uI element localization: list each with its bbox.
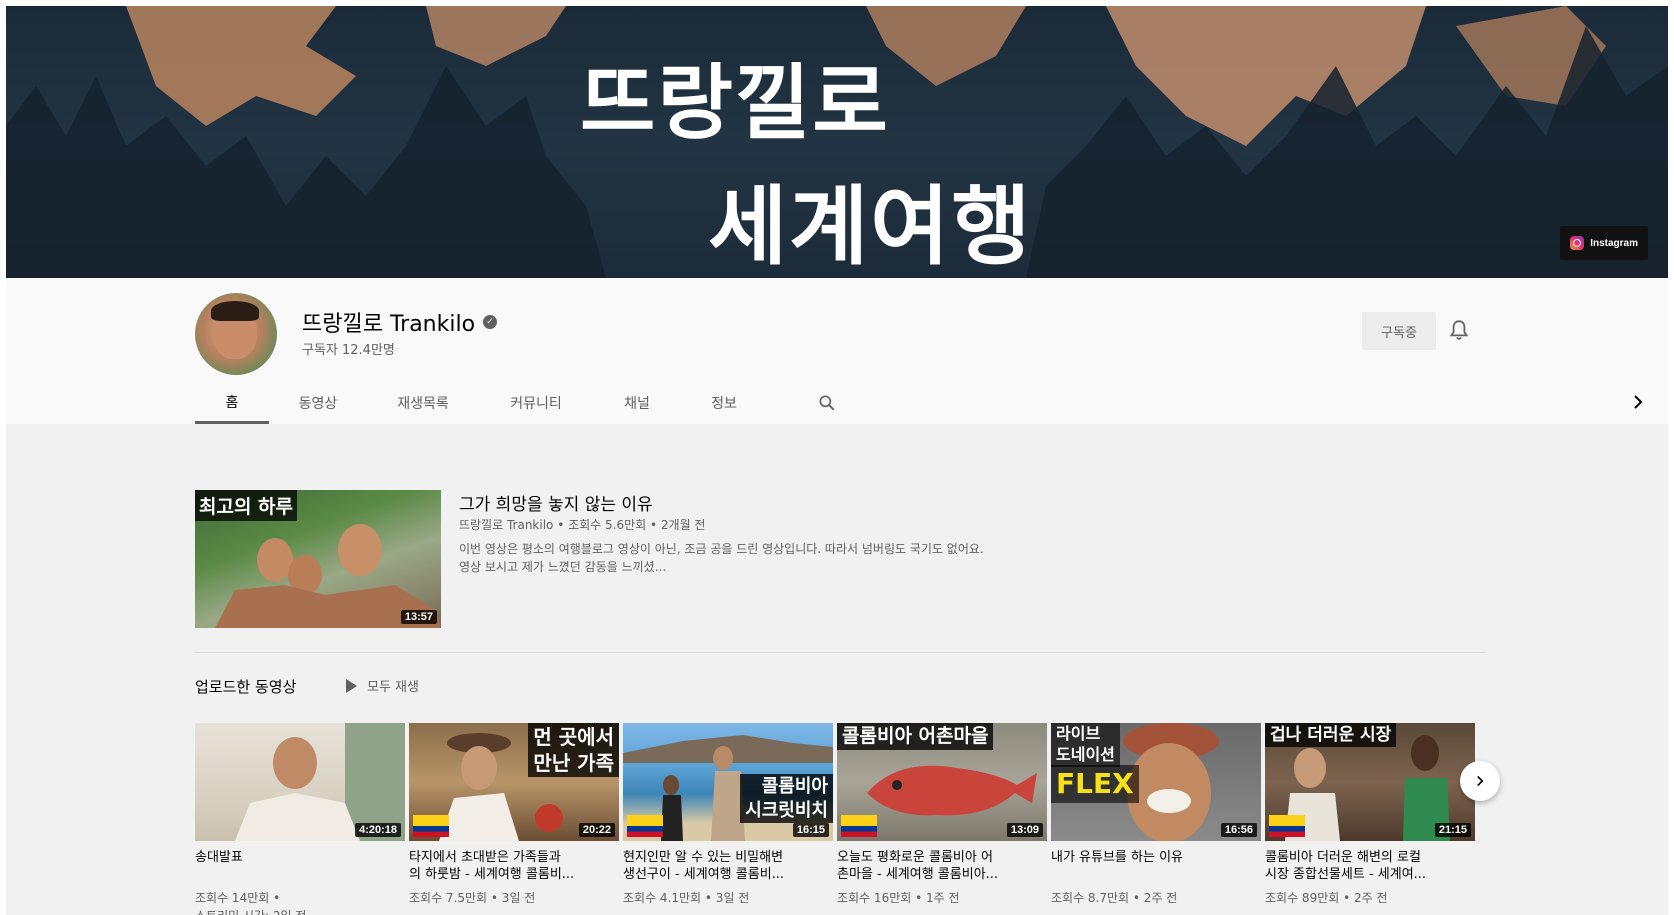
- video-meta: 조회수 14만회 • 스트리밍 시간: 2일 전: [195, 889, 405, 915]
- featured-duration: 13:57: [400, 610, 437, 624]
- video-meta-line: 조회수 16만회 • 1주 전: [837, 891, 960, 905]
- play-icon: [346, 678, 357, 693]
- video-thumbnail[interactable]: 먼 곳에서 만난 가족 20:22: [409, 723, 619, 841]
- video-title[interactable]: 타지에서 초대받은 가족들과 의 하룻밤 - 세계여행 콜롬비...: [409, 849, 619, 883]
- video-duration: 20:22: [578, 823, 615, 837]
- tab-playlists[interactable]: 재생목록: [367, 382, 479, 424]
- video-title-line: 시장 종합선물세트 - 세계여...: [1265, 867, 1427, 882]
- video-thumbnail[interactable]: 콜롬비아 시크릿비치 16:15: [623, 723, 833, 841]
- featured-desc-line2: 영상 보시고 제가 느꼈던 감동을 느끼셨...: [459, 560, 667, 574]
- video-thumbnail[interactable]: 4:20:18: [195, 723, 405, 841]
- video-title-line: 촌마을 - 세계여행 콜롬비아...: [837, 867, 999, 882]
- featured-video-description: 이번 영상은 평소의 여행블로그 영상이 아닌, 조금 공을 드린 영상입니다.…: [459, 540, 1059, 576]
- video-card[interactable]: 4:20:18 송대발표 조회수 14만회 • 스트리밍 시간: 2일 전: [195, 723, 405, 915]
- video-card[interactable]: 콜롬비아 어촌마을 13:09 오늘도 평화로운 콜롬비아 어 촌마을 - 세계…: [837, 723, 1047, 915]
- featured-thumbnail-label: 최고의 하루: [195, 490, 298, 521]
- avatar-hair: [211, 301, 259, 321]
- video-meta: 조회수 8.7만회 • 2주 전: [1051, 889, 1261, 907]
- video-meta-line: 조회수 89만회 • 2주 전: [1265, 891, 1388, 905]
- video-thumbnail[interactable]: 라이브 도네이션 FLEX 16:56: [1051, 723, 1261, 841]
- channel-name-row: 뜨랑낄로 Trankilo ✓: [302, 306, 498, 338]
- video-title[interactable]: 현지인만 알 수 있는 비밀해변 생선구이 - 세계여행 콜롬비...: [623, 849, 833, 883]
- video-card[interactable]: 겁나 더러운 시장 21:15 콜롬비아 더러운 해변의 로컬 시장 종합선물세…: [1265, 723, 1475, 915]
- channel-name: 뜨랑낄로 Trankilo: [302, 312, 476, 337]
- video-title-line: 생선구이 - 세계여행 콜롬비...: [623, 867, 785, 882]
- uploads-shelf: 4:20:18 송대발표 조회수 14만회 • 스트리밍 시간: 2일 전 먼 …: [195, 723, 1475, 915]
- thumbnail-caption-flex: FLEX: [1051, 765, 1139, 804]
- channel-tabs: 홈 동영상 재생목록 커뮤니티 채널 정보: [195, 382, 839, 424]
- notification-bell-icon[interactable]: [1446, 318, 1472, 344]
- play-all-label: 모두 재생: [367, 680, 419, 695]
- colombia-flag-icon: [627, 815, 663, 837]
- home-content: 최고의 하루 13:57 그가 희망을 놓지 않는 이유 뜨랑낄로 Tranki…: [6, 424, 1668, 915]
- video-card[interactable]: 먼 곳에서 만난 가족 20:22 타지에서 초대받은 가족들과 의 하룻밤 -…: [409, 723, 619, 915]
- video-meta-line: 조회수 4.1만회 • 3일 전: [623, 891, 750, 905]
- video-duration: 21:15: [1434, 823, 1471, 837]
- tab-channels[interactable]: 채널: [593, 382, 681, 424]
- video-meta: 조회수 89만회 • 2주 전: [1265, 889, 1475, 907]
- video-thumbnail[interactable]: 콜롬비아 어촌마을 13:09: [837, 723, 1047, 841]
- video-title-line: 내가 유튜브를 하는 이유: [1051, 850, 1183, 865]
- video-duration: 4:20:18: [355, 823, 401, 837]
- video-meta: 조회수 4.1만회 • 3일 전: [623, 889, 833, 907]
- video-title-line: 현지인만 알 수 있는 비밀해변: [623, 850, 784, 865]
- video-meta-line: 스트리밍 시간: 2일 전: [195, 907, 405, 915]
- instagram-link-label: Instagram: [1590, 237, 1638, 249]
- channel-search-button[interactable]: [815, 382, 839, 424]
- video-duration: 16:56: [1220, 823, 1257, 837]
- video-title-line: 타지에서 초대받은 가족들과: [409, 850, 561, 865]
- thumbnail-caption: 겁나 더러운 시장: [1265, 723, 1397, 748]
- video-card[interactable]: 라이브 도네이션 FLEX 16:56 내가 유튜브를 하는 이유 조회수 8.…: [1051, 723, 1261, 915]
- featured-video-title[interactable]: 그가 희망을 놓지 않는 이유: [459, 490, 653, 515]
- tab-about[interactable]: 정보: [681, 382, 767, 424]
- colombia-flag-icon: [841, 815, 877, 837]
- video-meta-line: 조회수 7.5만회 • 3일 전: [409, 891, 536, 905]
- video-title[interactable]: 송대발표: [195, 849, 405, 883]
- video-title[interactable]: 내가 유튜브를 하는 이유: [1051, 849, 1261, 883]
- shelf-next-button[interactable]: [1460, 761, 1500, 801]
- channel-avatar[interactable]: [195, 293, 277, 375]
- video-title-line: 의 하룻밤 - 세계여행 콜롬비...: [409, 867, 575, 882]
- video-title[interactable]: 콜롬비아 더러운 해변의 로컬 시장 종합선물세트 - 세계여...: [1265, 849, 1475, 883]
- tabs-scroll-right-icon[interactable]: [1626, 390, 1650, 414]
- video-meta: 조회수 16만회 • 1주 전: [837, 889, 1047, 907]
- featured-video-meta: 뜨랑낄로 Trankilo • 조회수 5.6만회 • 2개월 전: [459, 518, 706, 532]
- uploads-shelf-title[interactable]: 업로드한 동영상: [195, 676, 296, 697]
- video-title-line: 송대발표: [195, 850, 243, 865]
- thumbnail-caption: 라이브 도네이션: [1051, 723, 1120, 767]
- video-duration: 13:09: [1006, 823, 1043, 837]
- video-meta: 조회수 7.5만회 • 3일 전: [409, 889, 619, 907]
- colombia-flag-icon: [413, 815, 449, 837]
- tab-community[interactable]: 커뮤니티: [479, 382, 593, 424]
- thumbnail-caption: 콜롬비아 시크릿비치: [740, 774, 833, 823]
- video-card[interactable]: 콜롬비아 시크릿비치 16:15 현지인만 알 수 있는 비밀해변 생선구이 -…: [623, 723, 833, 915]
- colombia-flag-icon: [1269, 815, 1305, 837]
- video-duration: 16:15: [792, 823, 829, 837]
- video-meta-line: 조회수 14만회 •: [195, 891, 281, 905]
- tab-home[interactable]: 홈: [195, 382, 269, 424]
- video-title-line: 콜롬비아 더러운 해변의 로컬: [1265, 850, 1421, 865]
- banner-title: 뜨랑낄로: [580, 56, 890, 151]
- instagram-link[interactable]: Instagram: [1560, 226, 1648, 260]
- thumbnail-caption: 먼 곳에서 만난 가족: [528, 723, 619, 777]
- section-divider: [195, 652, 1485, 653]
- banner-subtitle: 세계여행: [708, 177, 1033, 277]
- search-icon: [819, 395, 835, 411]
- video-meta-line: 조회수 8.7만회 • 2주 전: [1051, 891, 1178, 905]
- featured-desc-line1: 이번 영상은 평소의 여행블로그 영상이 아닌, 조금 공을 드린 영상입니다.…: [459, 542, 984, 556]
- video-title[interactable]: 오늘도 평화로운 콜롬비아 어 촌마을 - 세계여행 콜롬비아...: [837, 849, 1047, 883]
- tab-videos[interactable]: 동영상: [269, 382, 367, 424]
- channel-banner: 뜨랑낄로 세계여행 Instagram: [6, 6, 1668, 278]
- featured-video-thumbnail[interactable]: 최고의 하루 13:57: [195, 490, 441, 628]
- verified-icon: ✓: [483, 315, 498, 329]
- channel-header: 뜨랑낄로 Trankilo ✓ 구독자 12.4만명 구독중 홈 동영상 재생목…: [6, 278, 1668, 424]
- video-title-line: 오늘도 평화로운 콜롬비아 어: [837, 850, 993, 865]
- instagram-icon: [1570, 236, 1585, 250]
- thumbnail-caption: 콜롬비아 어촌마을: [837, 723, 994, 750]
- play-all-button[interactable]: 모두 재생: [346, 676, 419, 695]
- subscriber-count: 구독자 12.4만명: [302, 343, 395, 358]
- video-thumbnail[interactable]: 겁나 더러운 시장 21:15: [1265, 723, 1475, 841]
- chevron-right-icon: [1477, 775, 1484, 787]
- subscribed-button[interactable]: 구독중: [1362, 312, 1436, 350]
